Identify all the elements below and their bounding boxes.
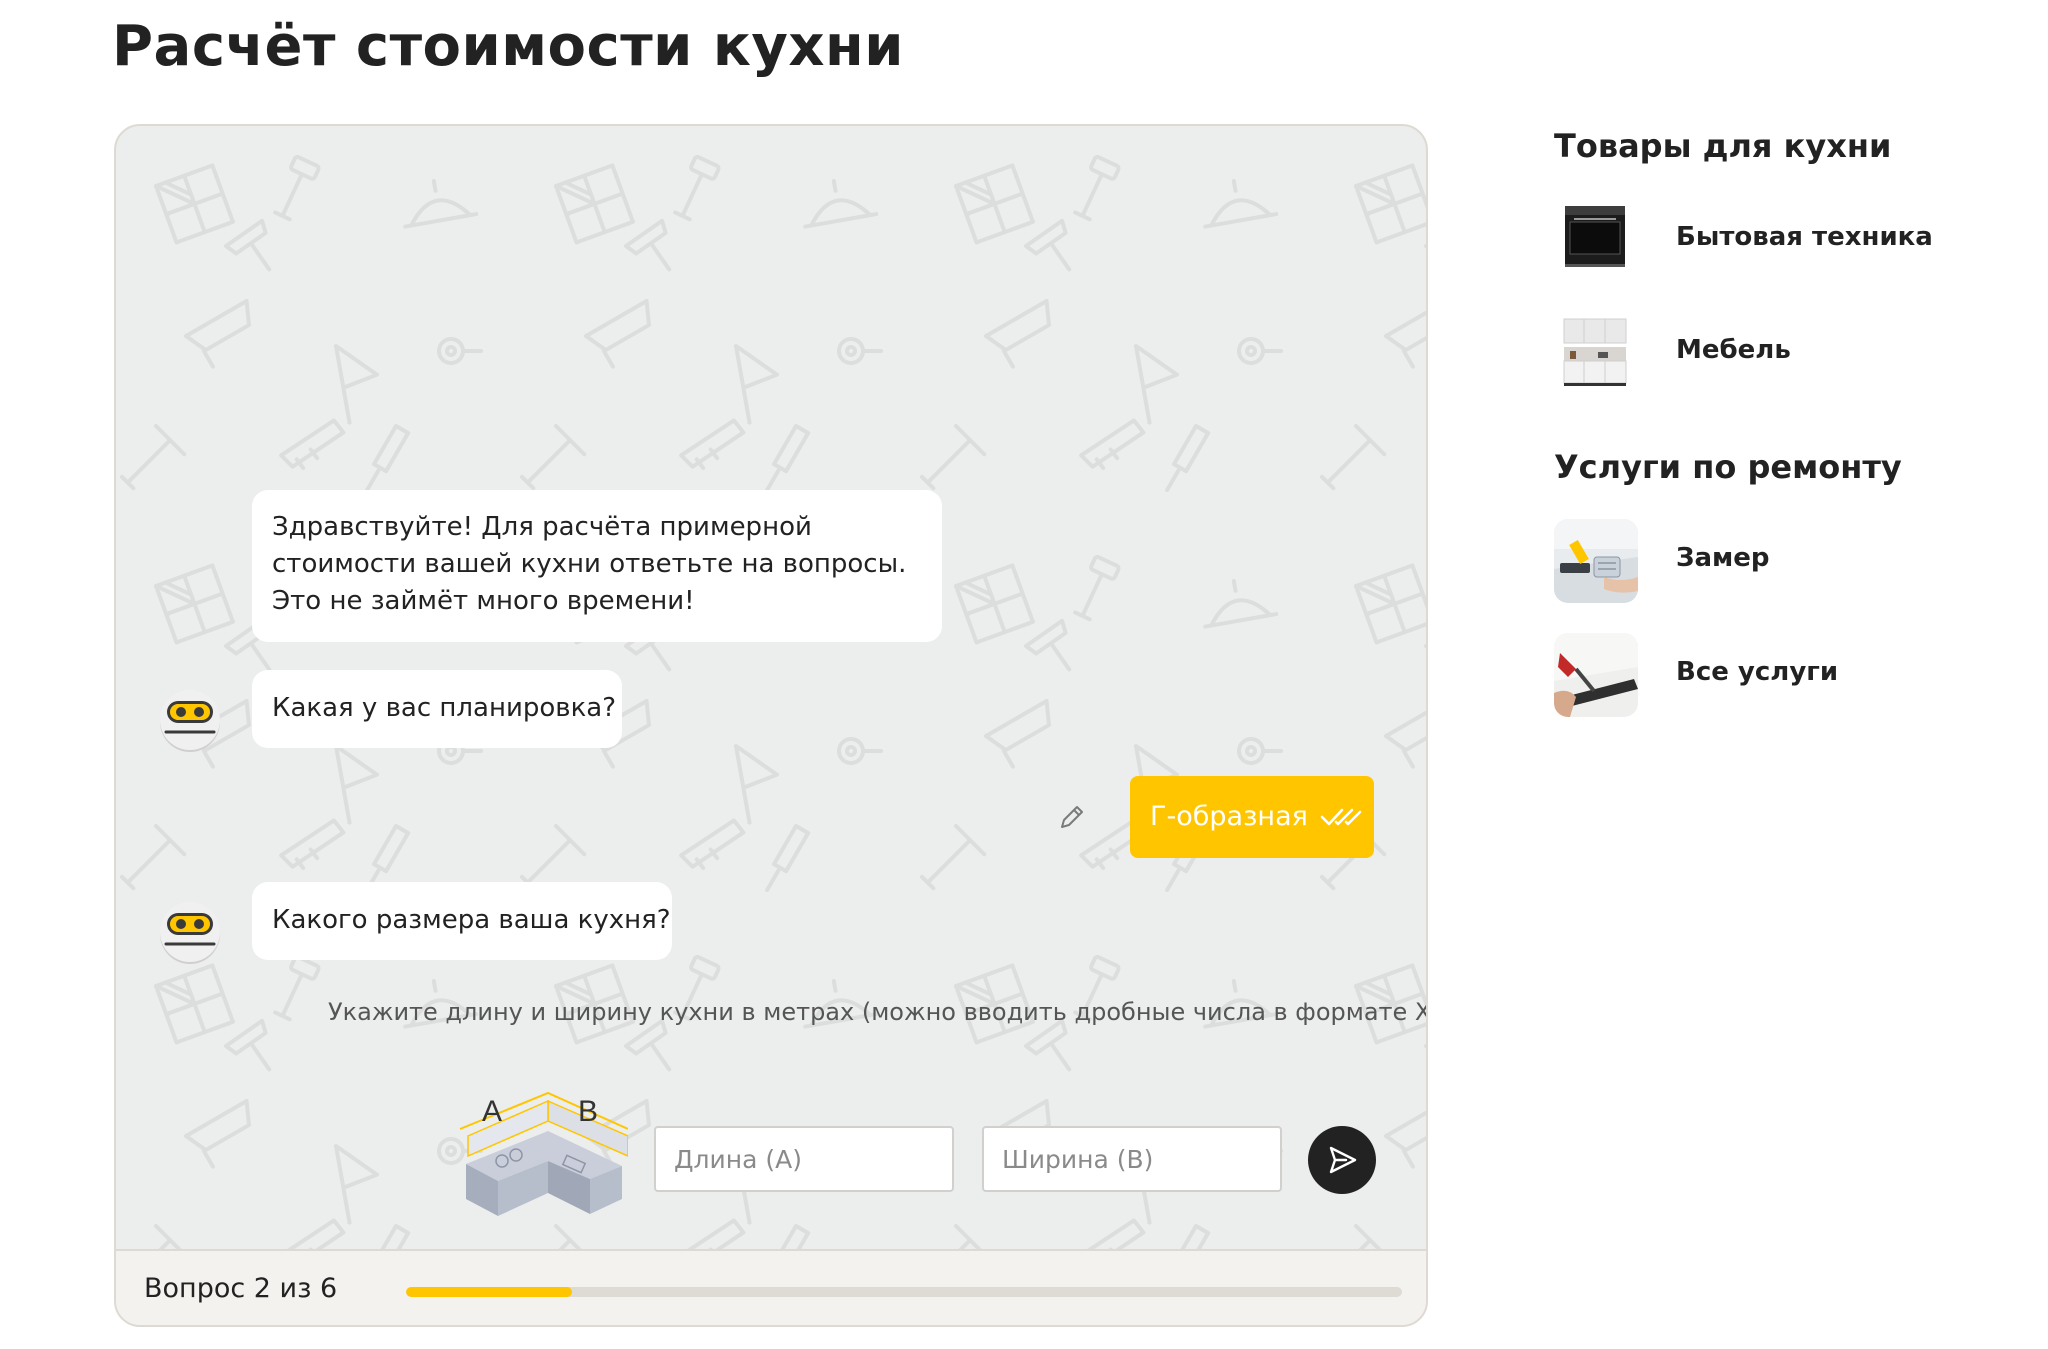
greeting-line: Это не займёт много времени! — [272, 586, 695, 616]
l-shaped-kitchen-illustration: A B — [459, 1091, 628, 1216]
user-answer-text: Г-образная — [1150, 801, 1308, 832]
chat-panel: Здравствуйте! Для расчёта примерной стои… — [114, 124, 1428, 1327]
progress-bar-fill — [406, 1287, 573, 1297]
sidebar-item-furniture[interactable]: Мебель — [1554, 311, 1994, 395]
chat-scrollbar[interactable] — [1410, 126, 1424, 1246]
progress-footer: Вопрос 2 из 6 — [116, 1249, 1426, 1325]
length-input[interactable] — [654, 1126, 954, 1192]
bot-message-layout-question: Какая у вас планировка? — [252, 670, 622, 748]
kitchen-furniture-thumbnail — [1554, 311, 1638, 395]
bot-avatar — [160, 902, 220, 964]
pencil-icon[interactable] — [1056, 801, 1088, 833]
kitchen-goods-heading: Товары для кухни — [1554, 127, 1892, 165]
size-hint: Укажите длину и ширину кухни в метрах (м… — [328, 998, 1428, 1026]
send-button[interactable] — [1308, 1126, 1376, 1194]
illustration-label-b: B — [578, 1095, 598, 1128]
sidebar-item-label: Мебель — [1676, 335, 1791, 365]
bot-avatar — [160, 690, 220, 752]
measurement-thumbnail — [1554, 519, 1638, 603]
repair-services-heading: Услуги по ремонту — [1554, 448, 1902, 486]
greeting-line: Здравствуйте! Для расчёта примерной — [272, 512, 812, 542]
width-input[interactable] — [982, 1126, 1282, 1192]
sidebar-item-appliances[interactable]: Бытовая техника — [1554, 198, 1994, 282]
tools-thumbnail — [1554, 633, 1638, 717]
bot-message-size-question: Какого размера ваша кухня? — [252, 882, 672, 960]
sidebar-item-all-services[interactable]: Все услуги — [1554, 633, 1994, 717]
sidebar-item-label: Все услуги — [1676, 657, 1839, 687]
greeting-line: стоимости вашей кухни ответьте на вопрос… — [272, 549, 907, 579]
sidebar: Товары для кухни Бытовая техника Мебель … — [1554, 0, 2034, 1349]
illustration-label-a: A — [482, 1095, 502, 1128]
sidebar-item-label: Замер — [1676, 543, 1770, 573]
oven-thumbnail — [1554, 198, 1638, 282]
progress-label: Вопрос 2 из 6 — [144, 1273, 338, 1304]
sidebar-item-label: Бытовая техника — [1676, 222, 1933, 252]
sidebar-item-measurement[interactable]: Замер — [1554, 519, 1994, 603]
bot-message-greeting: Здравствуйте! Для расчёта примерной стои… — [252, 490, 942, 642]
user-answer-layout: Г-образная — [1130, 776, 1374, 858]
double-check-icon — [1320, 808, 1362, 826]
progress-bar — [406, 1287, 1402, 1297]
page-title: Расчёт стоимости кухни — [112, 14, 904, 79]
send-arrow-icon — [1329, 1146, 1357, 1174]
